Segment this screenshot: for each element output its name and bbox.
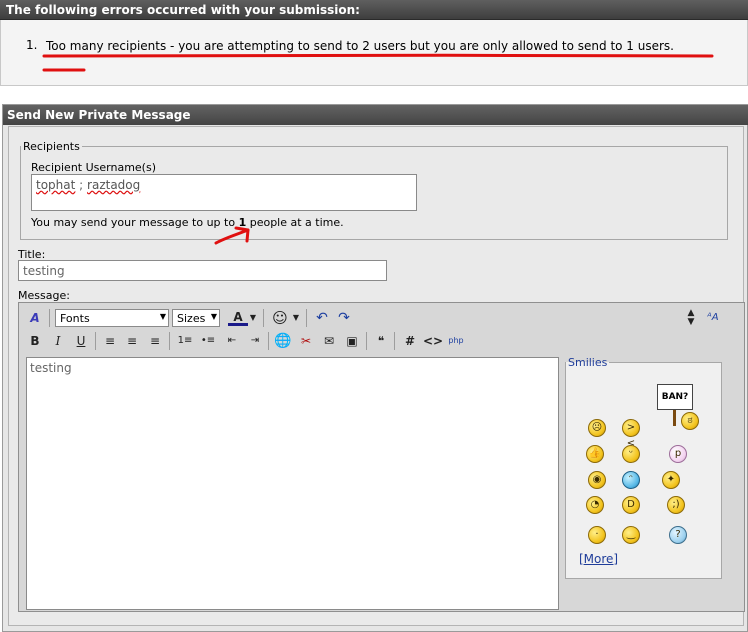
- smilies-fieldset: Smilies: [565, 356, 722, 579]
- font-select-value: Fonts: [60, 312, 90, 325]
- align-right-icon[interactable]: ≡: [145, 332, 165, 350]
- error-panel-header: The following errors occurred with your …: [0, 0, 748, 20]
- limit-suffix: people at a time.: [246, 216, 344, 229]
- switch-editor-mode-icon[interactable]: ᴬA: [703, 309, 723, 327]
- cool-smilie-icon[interactable]: ᵔ: [622, 471, 640, 489]
- silent-smilie-icon[interactable]: ·: [588, 526, 606, 544]
- toolbar-separator: [95, 332, 96, 350]
- recipient-name-2: raztadog: [87, 178, 141, 192]
- code-hash-icon[interactable]: #: [400, 332, 420, 350]
- ban-sign-post: [673, 410, 676, 426]
- font-select-arrow-icon: ▼: [159, 312, 166, 321]
- smile-smilie-icon[interactable]: ‿: [622, 526, 640, 544]
- resize-editor-icon[interactable]: ▲ ▼: [681, 309, 701, 327]
- confused-smilie-icon[interactable]: ᵕ: [622, 445, 640, 463]
- more-smilies-link[interactable]: [More]: [579, 552, 618, 566]
- size-select-arrow-icon: ▼: [210, 312, 217, 321]
- quote-icon[interactable]: ❝: [371, 332, 391, 350]
- size-select-value: Sizes: [177, 312, 206, 325]
- toolbar-separator: [394, 332, 395, 350]
- party-smilie-icon[interactable]: ✦: [662, 471, 680, 489]
- toolbar-separator: [263, 309, 264, 327]
- limit-prefix: You may send your message to up to: [31, 216, 239, 229]
- recipient-name-1: tophat: [36, 178, 76, 192]
- ban-sign-text: BAN?: [661, 392, 689, 402]
- toolbar-separator: [268, 332, 269, 350]
- error-item-text: Too many recipients - you are attempting…: [46, 39, 674, 53]
- redo-icon[interactable]: ↷: [334, 309, 354, 327]
- recipient-field-label: Recipient Username(s): [31, 161, 156, 174]
- tongue-smilie-icon[interactable]: p: [669, 445, 687, 463]
- thumbs-up-smilie-icon[interactable]: 👍: [586, 445, 604, 463]
- message-textarea[interactable]: testing: [26, 357, 559, 610]
- toolbar-separator: [169, 332, 170, 350]
- eek-smilie-icon[interactable]: ◉: [588, 471, 606, 489]
- unordered-list-icon[interactable]: •≡: [198, 332, 218, 350]
- puzzled-smilie-icon[interactable]: ?: [669, 526, 687, 544]
- toolbar-separator: [49, 309, 50, 327]
- italic-icon[interactable]: I: [48, 332, 68, 350]
- undo-icon[interactable]: ↶: [312, 309, 332, 327]
- insert-smilie-icon[interactable]: ☺: [270, 309, 290, 327]
- panel-title: Send New Private Message: [3, 105, 748, 125]
- text-color-icon[interactable]: A: [228, 308, 248, 326]
- align-left-icon[interactable]: ≡: [100, 332, 120, 350]
- recipients-legend: Recipients: [23, 140, 80, 153]
- php-code-icon[interactable]: php: [446, 332, 466, 350]
- ban-smilie-icon[interactable]: ಠ: [681, 412, 699, 430]
- ban-sign-smilie-icon[interactable]: BAN?: [657, 384, 693, 410]
- smilie-dropdown-icon[interactable]: ▼: [290, 309, 302, 327]
- size-select[interactable]: Sizes ▼: [172, 309, 220, 327]
- ordered-list-icon[interactable]: 1≡: [175, 332, 195, 350]
- insert-image-icon[interactable]: ▣: [342, 332, 362, 350]
- frown-smilie-icon[interactable]: ☹: [588, 419, 606, 437]
- wink-smilie-icon[interactable]: ;): [667, 496, 685, 514]
- message-label: Message:: [18, 289, 70, 302]
- smilies-legend: Smilies: [568, 356, 608, 369]
- remove-link-icon[interactable]: ✂: [296, 332, 316, 350]
- recipient-separator: ;: [79, 178, 84, 192]
- align-center-icon[interactable]: ≡: [122, 332, 142, 350]
- code-html-icon[interactable]: <>: [423, 332, 443, 350]
- remove-format-icon[interactable]: A: [25, 309, 45, 327]
- text-color-dropdown-icon[interactable]: ▼: [247, 309, 259, 327]
- error-item-number: 1.: [26, 38, 38, 52]
- outdent-icon[interactable]: ⇤: [222, 332, 242, 350]
- insert-email-icon[interactable]: ✉: [319, 332, 339, 350]
- underline-icon[interactable]: U: [71, 332, 91, 350]
- font-select[interactable]: Fonts ▼: [55, 309, 169, 327]
- bold-icon[interactable]: B: [25, 332, 45, 350]
- recipient-username-input[interactable]: tophat ; raztadog: [31, 174, 417, 211]
- toolbar-separator: [306, 309, 307, 327]
- mad-smilie-icon[interactable]: ><: [622, 419, 640, 449]
- big-grin-smilie-icon[interactable]: D: [622, 496, 640, 514]
- insert-link-icon[interactable]: 🌐: [273, 332, 293, 350]
- indent-icon[interactable]: ⇥: [245, 332, 265, 350]
- title-input[interactable]: testing: [18, 260, 387, 281]
- rolleyes-smilie-icon[interactable]: ◔: [586, 496, 604, 514]
- recipient-limit-note: You may send your message to up to 1 peo…: [31, 216, 344, 229]
- toolbar-separator: [366, 332, 367, 350]
